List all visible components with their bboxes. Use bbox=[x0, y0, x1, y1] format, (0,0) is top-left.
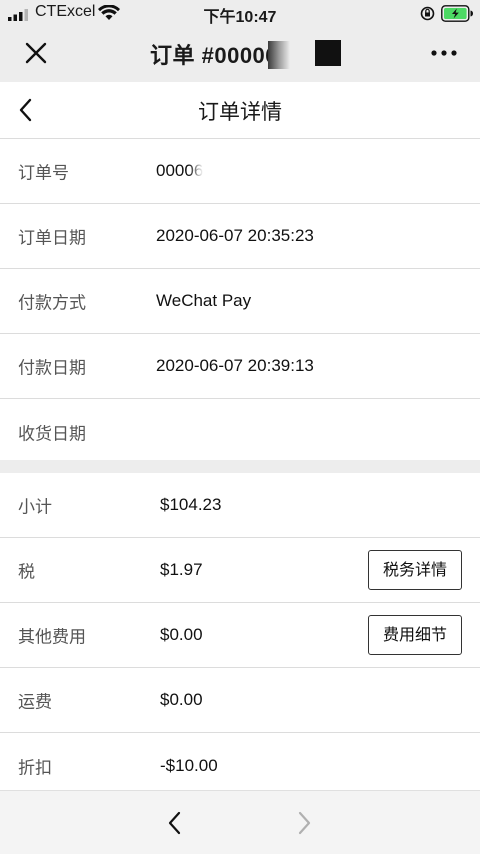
page-title: 订单详情 bbox=[198, 100, 282, 124]
other-fees-row: 其他费用 $0.00 费用细节 bbox=[0, 603, 480, 668]
payment-method-value: WeChat Pay bbox=[156, 291, 252, 310]
clock: 下午10:47 bbox=[203, 9, 277, 26]
subtotal-value: $104.23 bbox=[160, 495, 222, 514]
order-number-value: 00006 bbox=[156, 161, 204, 180]
order-date-row: 订单日期 2020-06-07 20:35:23 bbox=[0, 204, 480, 269]
page-header: 订单详情 bbox=[0, 82, 480, 139]
section-divider bbox=[0, 460, 480, 473]
shipping-row: 运费 $0.00 bbox=[0, 668, 480, 733]
bottom-nav-bar bbox=[0, 790, 480, 854]
shipping-value: $0.00 bbox=[160, 690, 203, 709]
app-title: 订单 #00006 bbox=[150, 43, 279, 68]
row-label: 折扣 bbox=[18, 758, 52, 778]
row-label: 付款日期 bbox=[18, 358, 86, 379]
chevron-left-icon[interactable] bbox=[163, 809, 187, 837]
row-label: 付款方式 bbox=[18, 293, 86, 314]
rotation-lock-icon bbox=[420, 6, 435, 21]
payment-date-value: 2020-06-07 20:39:13 bbox=[156, 356, 314, 375]
discount-row: 折扣 -$10.00 bbox=[0, 733, 480, 798]
row-label: 税 bbox=[18, 562, 35, 583]
payment-method-row: 付款方式 WeChat Pay bbox=[0, 269, 480, 334]
payment-date-row: 付款日期 2020-06-07 20:39:13 bbox=[0, 334, 480, 399]
more-icon[interactable] bbox=[428, 41, 460, 65]
tax-value: $1.97 bbox=[160, 560, 203, 579]
delivery-date-row: 收货日期 bbox=[0, 399, 480, 464]
order-number-row: 订单号 00006 bbox=[0, 139, 480, 204]
discount-value: -$10.00 bbox=[160, 755, 218, 775]
redaction-blur bbox=[268, 41, 290, 69]
order-date-value: 2020-06-07 20:35:23 bbox=[156, 226, 314, 245]
tax-details-button[interactable]: 税务详情 bbox=[368, 550, 462, 590]
app-bar: 订单 #00006 bbox=[0, 27, 480, 82]
row-label: 收货日期 bbox=[18, 424, 86, 444]
close-icon[interactable] bbox=[20, 37, 52, 69]
row-label: 订单号 bbox=[18, 163, 69, 184]
row-label: 其他费用 bbox=[18, 627, 86, 648]
totals-section: 小计 $104.23 税 $1.97 税务详情 其他费用 $0.00 费用细节 … bbox=[0, 473, 480, 798]
row-label: 运费 bbox=[18, 692, 52, 713]
redaction-box bbox=[315, 40, 341, 66]
order-info-section: 订单号 00006 订单日期 2020-06-07 20:35:23 付款方式 … bbox=[0, 139, 480, 464]
other-fees-value: $0.00 bbox=[160, 625, 203, 644]
status-bar: CTExcel 下午10:47 bbox=[0, 0, 480, 27]
fee-details-button[interactable]: 费用细节 bbox=[368, 615, 462, 655]
subtotal-row: 小计 $104.23 bbox=[0, 473, 480, 538]
row-label: 小计 bbox=[18, 497, 52, 518]
tax-row: 税 $1.97 税务详情 bbox=[0, 538, 480, 603]
row-label: 订单日期 bbox=[18, 228, 86, 249]
chevron-right-icon[interactable] bbox=[292, 809, 316, 837]
battery-icon bbox=[441, 5, 473, 22]
